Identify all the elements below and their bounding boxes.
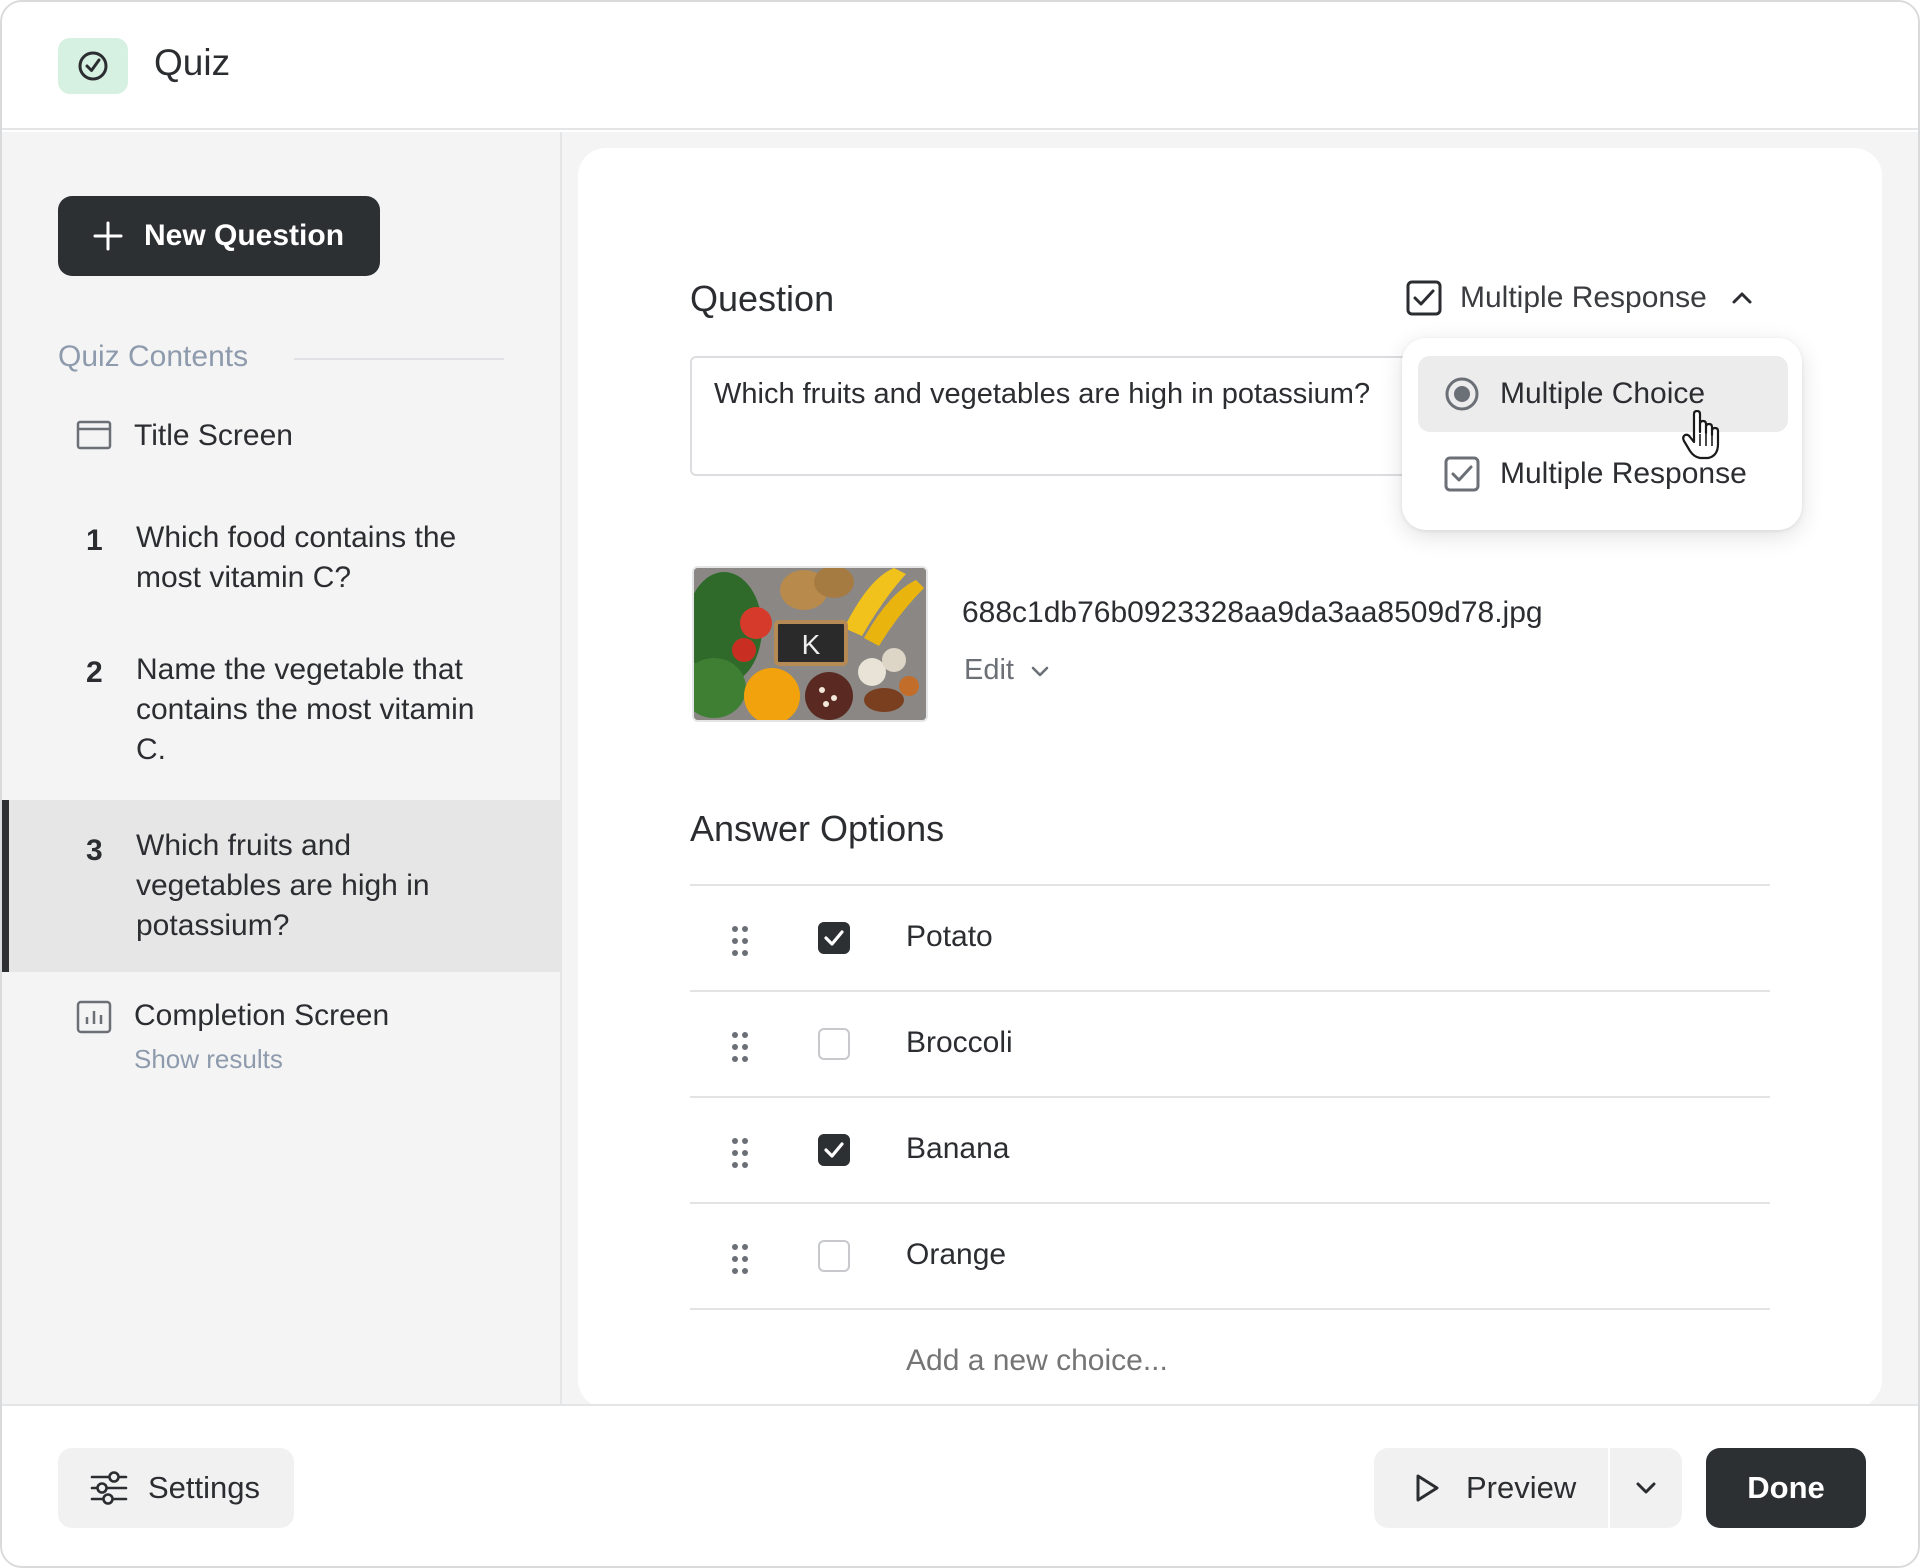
sidebar-item-label: Completion Screen (134, 999, 390, 1032)
chevron-down-icon (1031, 666, 1049, 676)
drag-handle-icon[interactable] (730, 1242, 750, 1281)
answer-text[interactable]: Orange (906, 1238, 1006, 1272)
answer-row: Orange (690, 1202, 1770, 1308)
answer-text[interactable]: Broccoli (906, 1026, 1013, 1060)
add-choice-input[interactable] (906, 1344, 1506, 1378)
divider (690, 1308, 1770, 1310)
preview-button-group: Preview (1374, 1448, 1682, 1528)
answer-checkbox[interactable] (818, 1134, 850, 1166)
footer-bar: Settings Preview Done (2, 1404, 1918, 1566)
new-question-button[interactable]: New Question (58, 196, 380, 276)
question-type-dropdown: Multiple Choice Multiple Response (1402, 338, 1802, 530)
image-file-name: 688c1db76b0923328aa9da3aa8509d78.jpg (962, 596, 1543, 629)
answer-row: Banana (690, 1096, 1770, 1202)
quiz-editor-window: Quiz New Question Quiz Contents Title Sc… (0, 0, 1920, 1568)
sidebar-item-label: Which fruits and vegetables are high in … (136, 829, 430, 942)
done-button[interactable]: Done (1706, 1448, 1866, 1528)
sidebar-item-title-screen[interactable]: Title Screen (2, 408, 560, 468)
answer-text[interactable]: Banana (906, 1132, 1009, 1166)
sidebar-item-label: Name the vegetable that contains the mos… (136, 653, 475, 766)
sidebar-item-question-2[interactable]: 2 Name the vegetable that contains the m… (2, 650, 560, 786)
answer-checkbox[interactable] (818, 922, 850, 954)
new-question-label: New Question (144, 219, 345, 252)
question-number: 3 (86, 834, 103, 867)
image-tile-letter: K (802, 629, 821, 660)
sidebar-item-question-3[interactable]: 3 Which fruits and vegetables are high i… (2, 800, 560, 972)
quiz-contents-heading: Quiz Contents (58, 340, 249, 373)
settings-button[interactable]: Settings (58, 1448, 294, 1528)
check-circle-icon (58, 38, 128, 94)
preview-options-button[interactable] (1610, 1448, 1682, 1528)
preview-label: Preview (1466, 1470, 1577, 1505)
plus-icon (93, 221, 123, 251)
answer-row: Broccoli (690, 990, 1770, 1096)
answer-text[interactable]: Potato (906, 920, 993, 954)
app-header: Quiz (2, 2, 1918, 130)
sliders-icon (90, 1471, 128, 1505)
question-heading: Question (690, 278, 835, 319)
question-type-select[interactable]: Multiple Response (1406, 280, 1753, 316)
bar-chart-icon (76, 1000, 112, 1039)
divider (294, 358, 504, 360)
title-screen-icon (76, 420, 112, 455)
question-type-label: Multiple Response (1460, 281, 1707, 314)
image-edit-menu[interactable]: Edit (964, 654, 1050, 687)
play-icon (1416, 1474, 1439, 1502)
app-title: Quiz (154, 42, 231, 83)
chevron-up-icon (1732, 292, 1752, 304)
drag-handle-icon[interactable] (730, 1030, 750, 1069)
option-multiple-choice[interactable]: Multiple Choice (1418, 356, 1788, 432)
option-label: Multiple Choice (1500, 377, 1706, 410)
answer-row: Potato (690, 884, 1770, 990)
question-number: 1 (86, 524, 103, 557)
answer-checkbox[interactable] (818, 1028, 850, 1060)
option-multiple-response[interactable]: Multiple Response (1418, 436, 1788, 512)
check-icon (824, 1142, 844, 1158)
sidebar-item-label: Which food contains the most vitamin C? (136, 521, 457, 594)
image-edit-label: Edit (964, 654, 1014, 686)
drag-handle-icon[interactable] (730, 924, 750, 963)
settings-label: Settings (148, 1470, 261, 1505)
answer-options-heading: Answer Options (690, 808, 945, 849)
preview-button[interactable]: Preview (1374, 1448, 1608, 1528)
sidebar: New Question Quiz Contents Title Screen … (2, 132, 562, 1404)
sidebar-item-completion-screen[interactable]: Completion Screen Show results (2, 994, 560, 1094)
question-number: 2 (86, 656, 103, 689)
checkbox-icon (1406, 280, 1442, 316)
sidebar-item-label: Title Screen (134, 419, 293, 452)
chevron-down-icon (1636, 1482, 1656, 1494)
question-image-thumbnail[interactable]: K (692, 566, 928, 722)
completion-sub-label: Show results (134, 1044, 283, 1074)
hand-cursor-icon (1682, 409, 1722, 467)
radio-icon (1445, 377, 1479, 411)
check-icon (824, 930, 844, 946)
drag-handle-icon[interactable] (730, 1136, 750, 1175)
question-text-field[interactable]: Which fruits and vegetables are high in … (690, 356, 1410, 476)
checkbox-icon (1444, 456, 1480, 492)
sidebar-item-question-1[interactable]: 1 Which food contains the most vitamin C… (2, 518, 560, 614)
answer-checkbox[interactable] (818, 1240, 850, 1272)
